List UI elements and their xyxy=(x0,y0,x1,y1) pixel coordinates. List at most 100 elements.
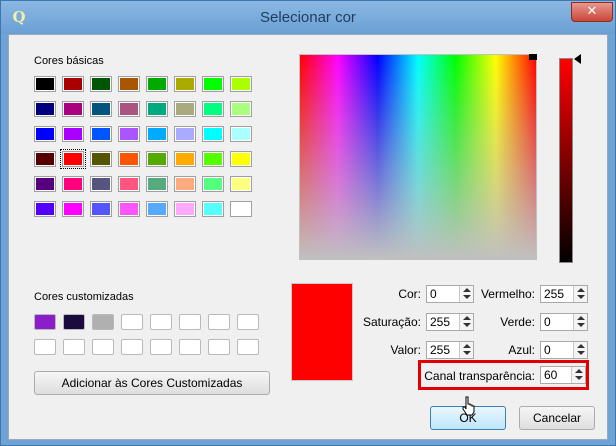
basic-color-swatch[interactable] xyxy=(90,176,112,192)
close-button[interactable]: ✕ xyxy=(571,2,613,22)
custom-color-swatch[interactable] xyxy=(92,314,114,330)
basic-color-swatch[interactable] xyxy=(34,151,56,167)
basic-color-swatch[interactable] xyxy=(34,76,56,92)
basic-color-swatch[interactable] xyxy=(90,126,112,142)
spin-up-icon[interactable] xyxy=(463,288,471,292)
add-custom-color-button[interactable]: Adicionar às Cores Customizadas xyxy=(34,371,270,395)
luminance-slider[interactable] xyxy=(559,58,573,263)
basic-color-swatch[interactable] xyxy=(174,126,196,142)
basic-color-swatch[interactable] xyxy=(118,76,140,92)
basic-color-swatch[interactable] xyxy=(62,76,84,92)
hue-saturation-picker[interactable] xyxy=(299,54,537,260)
spin-up-icon[interactable] xyxy=(577,316,585,320)
green-spinbox[interactable]: 0 xyxy=(540,313,588,331)
basic-color-swatch[interactable] xyxy=(34,176,56,192)
custom-color-swatch[interactable] xyxy=(237,314,259,330)
alpha-spin-arrows[interactable] xyxy=(571,367,585,383)
red-spinbox[interactable]: 255 xyxy=(540,285,588,303)
cancel-button[interactable]: Cancelar xyxy=(519,406,595,430)
basic-color-swatch[interactable] xyxy=(146,101,168,117)
spin-down-icon[interactable] xyxy=(577,295,585,299)
basic-color-swatch[interactable] xyxy=(230,151,252,167)
spin-up-icon[interactable] xyxy=(577,344,585,348)
spin-up-icon[interactable] xyxy=(577,288,585,292)
basic-color-swatch[interactable] xyxy=(174,176,196,192)
basic-color-swatch[interactable] xyxy=(146,176,168,192)
spin-down-icon[interactable] xyxy=(463,351,471,355)
hue-spin-arrows[interactable] xyxy=(459,286,473,302)
basic-color-swatch[interactable] xyxy=(146,201,168,217)
spin-up-icon[interactable] xyxy=(575,369,583,373)
basic-color-swatch[interactable] xyxy=(118,201,140,217)
basic-color-swatch[interactable] xyxy=(202,201,224,217)
spin-up-icon[interactable] xyxy=(463,344,471,348)
spin-down-icon[interactable] xyxy=(577,323,585,327)
custom-color-swatch[interactable] xyxy=(34,339,56,355)
custom-color-swatch[interactable] xyxy=(150,339,172,355)
blue-spinbox[interactable]: 0 xyxy=(540,341,588,359)
spin-down-icon[interactable] xyxy=(577,351,585,355)
basic-color-swatch[interactable] xyxy=(146,151,168,167)
saturation-spin-arrows[interactable] xyxy=(459,314,473,330)
custom-color-swatch[interactable] xyxy=(208,339,230,355)
luminance-slider-handle[interactable] xyxy=(574,54,581,64)
basic-color-swatch[interactable] xyxy=(202,151,224,167)
basic-color-swatch[interactable] xyxy=(90,151,112,167)
spin-down-icon[interactable] xyxy=(463,295,471,299)
basic-color-swatch[interactable] xyxy=(34,126,56,142)
spin-down-icon[interactable] xyxy=(575,376,583,380)
custom-color-swatch[interactable] xyxy=(150,314,172,330)
blue-spin-arrows[interactable] xyxy=(573,342,587,358)
basic-color-swatch[interactable] xyxy=(146,76,168,92)
custom-color-swatch[interactable] xyxy=(92,339,114,355)
green-spin-arrows[interactable] xyxy=(573,314,587,330)
basic-color-swatch[interactable] xyxy=(60,149,86,169)
basic-color-swatch[interactable] xyxy=(230,176,252,192)
basic-color-swatch[interactable] xyxy=(230,76,252,92)
basic-color-swatch[interactable] xyxy=(230,126,252,142)
basic-color-swatch[interactable] xyxy=(146,126,168,142)
basic-color-swatch[interactable] xyxy=(90,201,112,217)
custom-color-swatch[interactable] xyxy=(121,339,143,355)
basic-color-swatch[interactable] xyxy=(174,76,196,92)
hue-spinbox[interactable]: 0 xyxy=(426,285,474,303)
basic-color-swatch[interactable] xyxy=(202,126,224,142)
basic-color-swatch[interactable] xyxy=(202,76,224,92)
custom-color-swatch[interactable] xyxy=(63,339,85,355)
custom-color-swatch[interactable] xyxy=(208,314,230,330)
basic-color-swatch[interactable] xyxy=(62,201,84,217)
basic-color-swatch[interactable] xyxy=(230,101,252,117)
spin-up-icon[interactable] xyxy=(463,316,471,320)
basic-color-swatch[interactable] xyxy=(230,201,252,217)
basic-color-swatch[interactable] xyxy=(174,201,196,217)
basic-color-swatch[interactable] xyxy=(118,151,140,167)
basic-color-swatch[interactable] xyxy=(90,101,112,117)
basic-color-swatch[interactable] xyxy=(118,126,140,142)
value-spinbox[interactable]: 255 xyxy=(426,341,474,359)
basic-color-swatch[interactable] xyxy=(62,101,84,117)
title-bar[interactable]: Q Selecionar cor ✕ xyxy=(1,1,615,34)
custom-color-swatch[interactable] xyxy=(179,314,201,330)
value-spin-arrows[interactable] xyxy=(459,342,473,358)
custom-color-swatch[interactable] xyxy=(63,314,85,330)
alpha-spinbox[interactable]: 60 xyxy=(540,366,586,384)
basic-color-swatch[interactable] xyxy=(118,176,140,192)
custom-color-swatch[interactable] xyxy=(179,339,201,355)
basic-color-swatch[interactable] xyxy=(62,126,84,142)
basic-color-swatch[interactable] xyxy=(62,176,84,192)
saturation-spinbox[interactable]: 255 xyxy=(426,313,474,331)
custom-color-swatch[interactable] xyxy=(237,339,259,355)
basic-color-swatch[interactable] xyxy=(34,201,56,217)
picker-crosshair[interactable] xyxy=(529,54,537,60)
custom-color-swatch[interactable] xyxy=(34,314,56,330)
basic-color-swatch[interactable] xyxy=(118,101,140,117)
red-spin-arrows[interactable] xyxy=(573,286,587,302)
custom-color-swatch[interactable] xyxy=(121,314,143,330)
basic-color-swatch[interactable] xyxy=(34,101,56,117)
basic-color-swatch[interactable] xyxy=(202,101,224,117)
basic-color-swatch[interactable] xyxy=(90,76,112,92)
spin-down-icon[interactable] xyxy=(463,323,471,327)
basic-color-swatch[interactable] xyxy=(202,176,224,192)
basic-color-swatch[interactable] xyxy=(174,151,196,167)
basic-color-swatch[interactable] xyxy=(174,101,196,117)
